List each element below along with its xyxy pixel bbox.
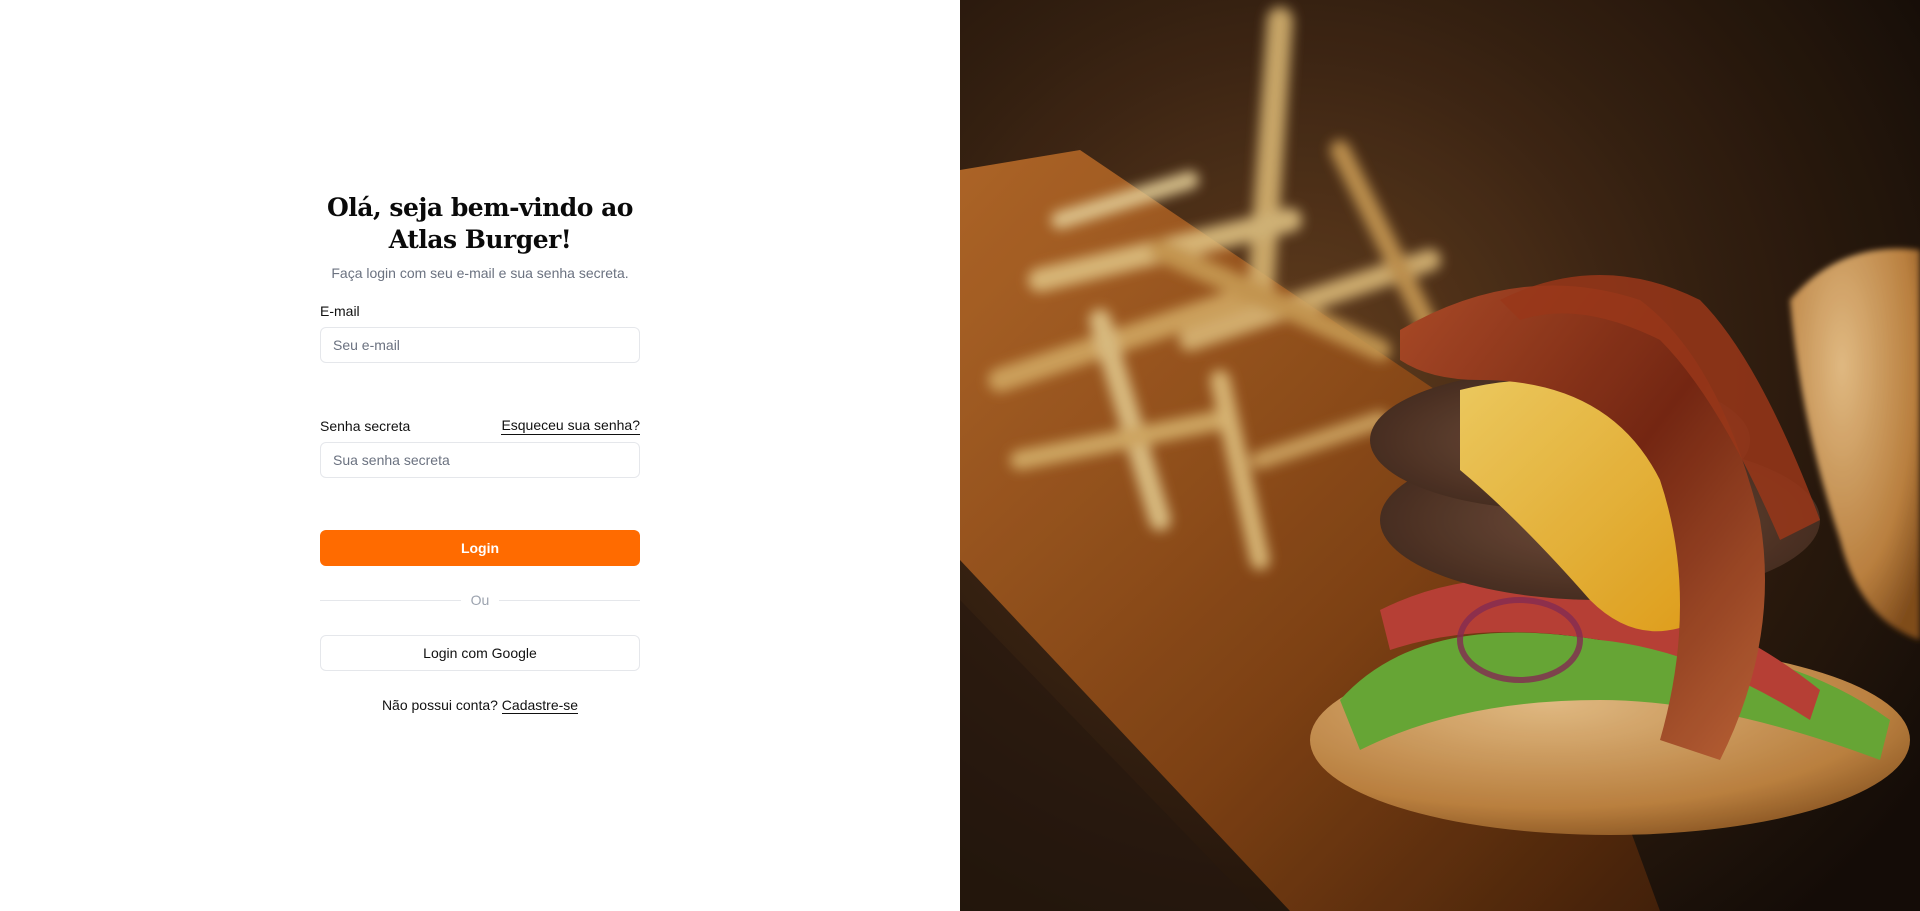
hero-image — [960, 0, 1920, 911]
signup-row: Não possui conta? Cadastre-se — [320, 696, 640, 714]
forgot-password-link[interactable]: Esqueceu sua senha? — [501, 416, 640, 435]
signup-link[interactable]: Cadastre-se — [501, 697, 579, 714]
burger-photo — [960, 0, 1920, 911]
signup-prompt: Não possui conta? — [381, 697, 498, 713]
email-field[interactable] — [320, 327, 640, 363]
divider: Ou — [320, 592, 640, 608]
login-pane: Olá, seja bem-vindo ao Atlas Burger! Faç… — [0, 0, 960, 911]
divider-line-left — [320, 599, 461, 601]
password-label-row: Senha secreta Esqueceu sua senha? — [320, 416, 640, 435]
page-subtitle: Faça login com seu e-mail e sua senha se… — [331, 265, 629, 281]
password-label: Senha secreta — [320, 418, 411, 434]
password-field[interactable] — [320, 442, 640, 478]
google-login-button[interactable]: Login com Google — [320, 635, 640, 671]
email-label: E-mail — [320, 303, 360, 319]
login-form: Olá, seja bem-vindo ao Atlas Burger! Faç… — [320, 192, 640, 714]
divider-text: Ou — [470, 592, 490, 608]
password-block: Senha secreta Esqueceu sua senha? — [320, 416, 640, 478]
login-button[interactable]: Login — [320, 530, 640, 566]
divider-line-right — [499, 599, 640, 601]
page-title: Olá, seja bem-vindo ao Atlas Burger! — [327, 193, 633, 254]
